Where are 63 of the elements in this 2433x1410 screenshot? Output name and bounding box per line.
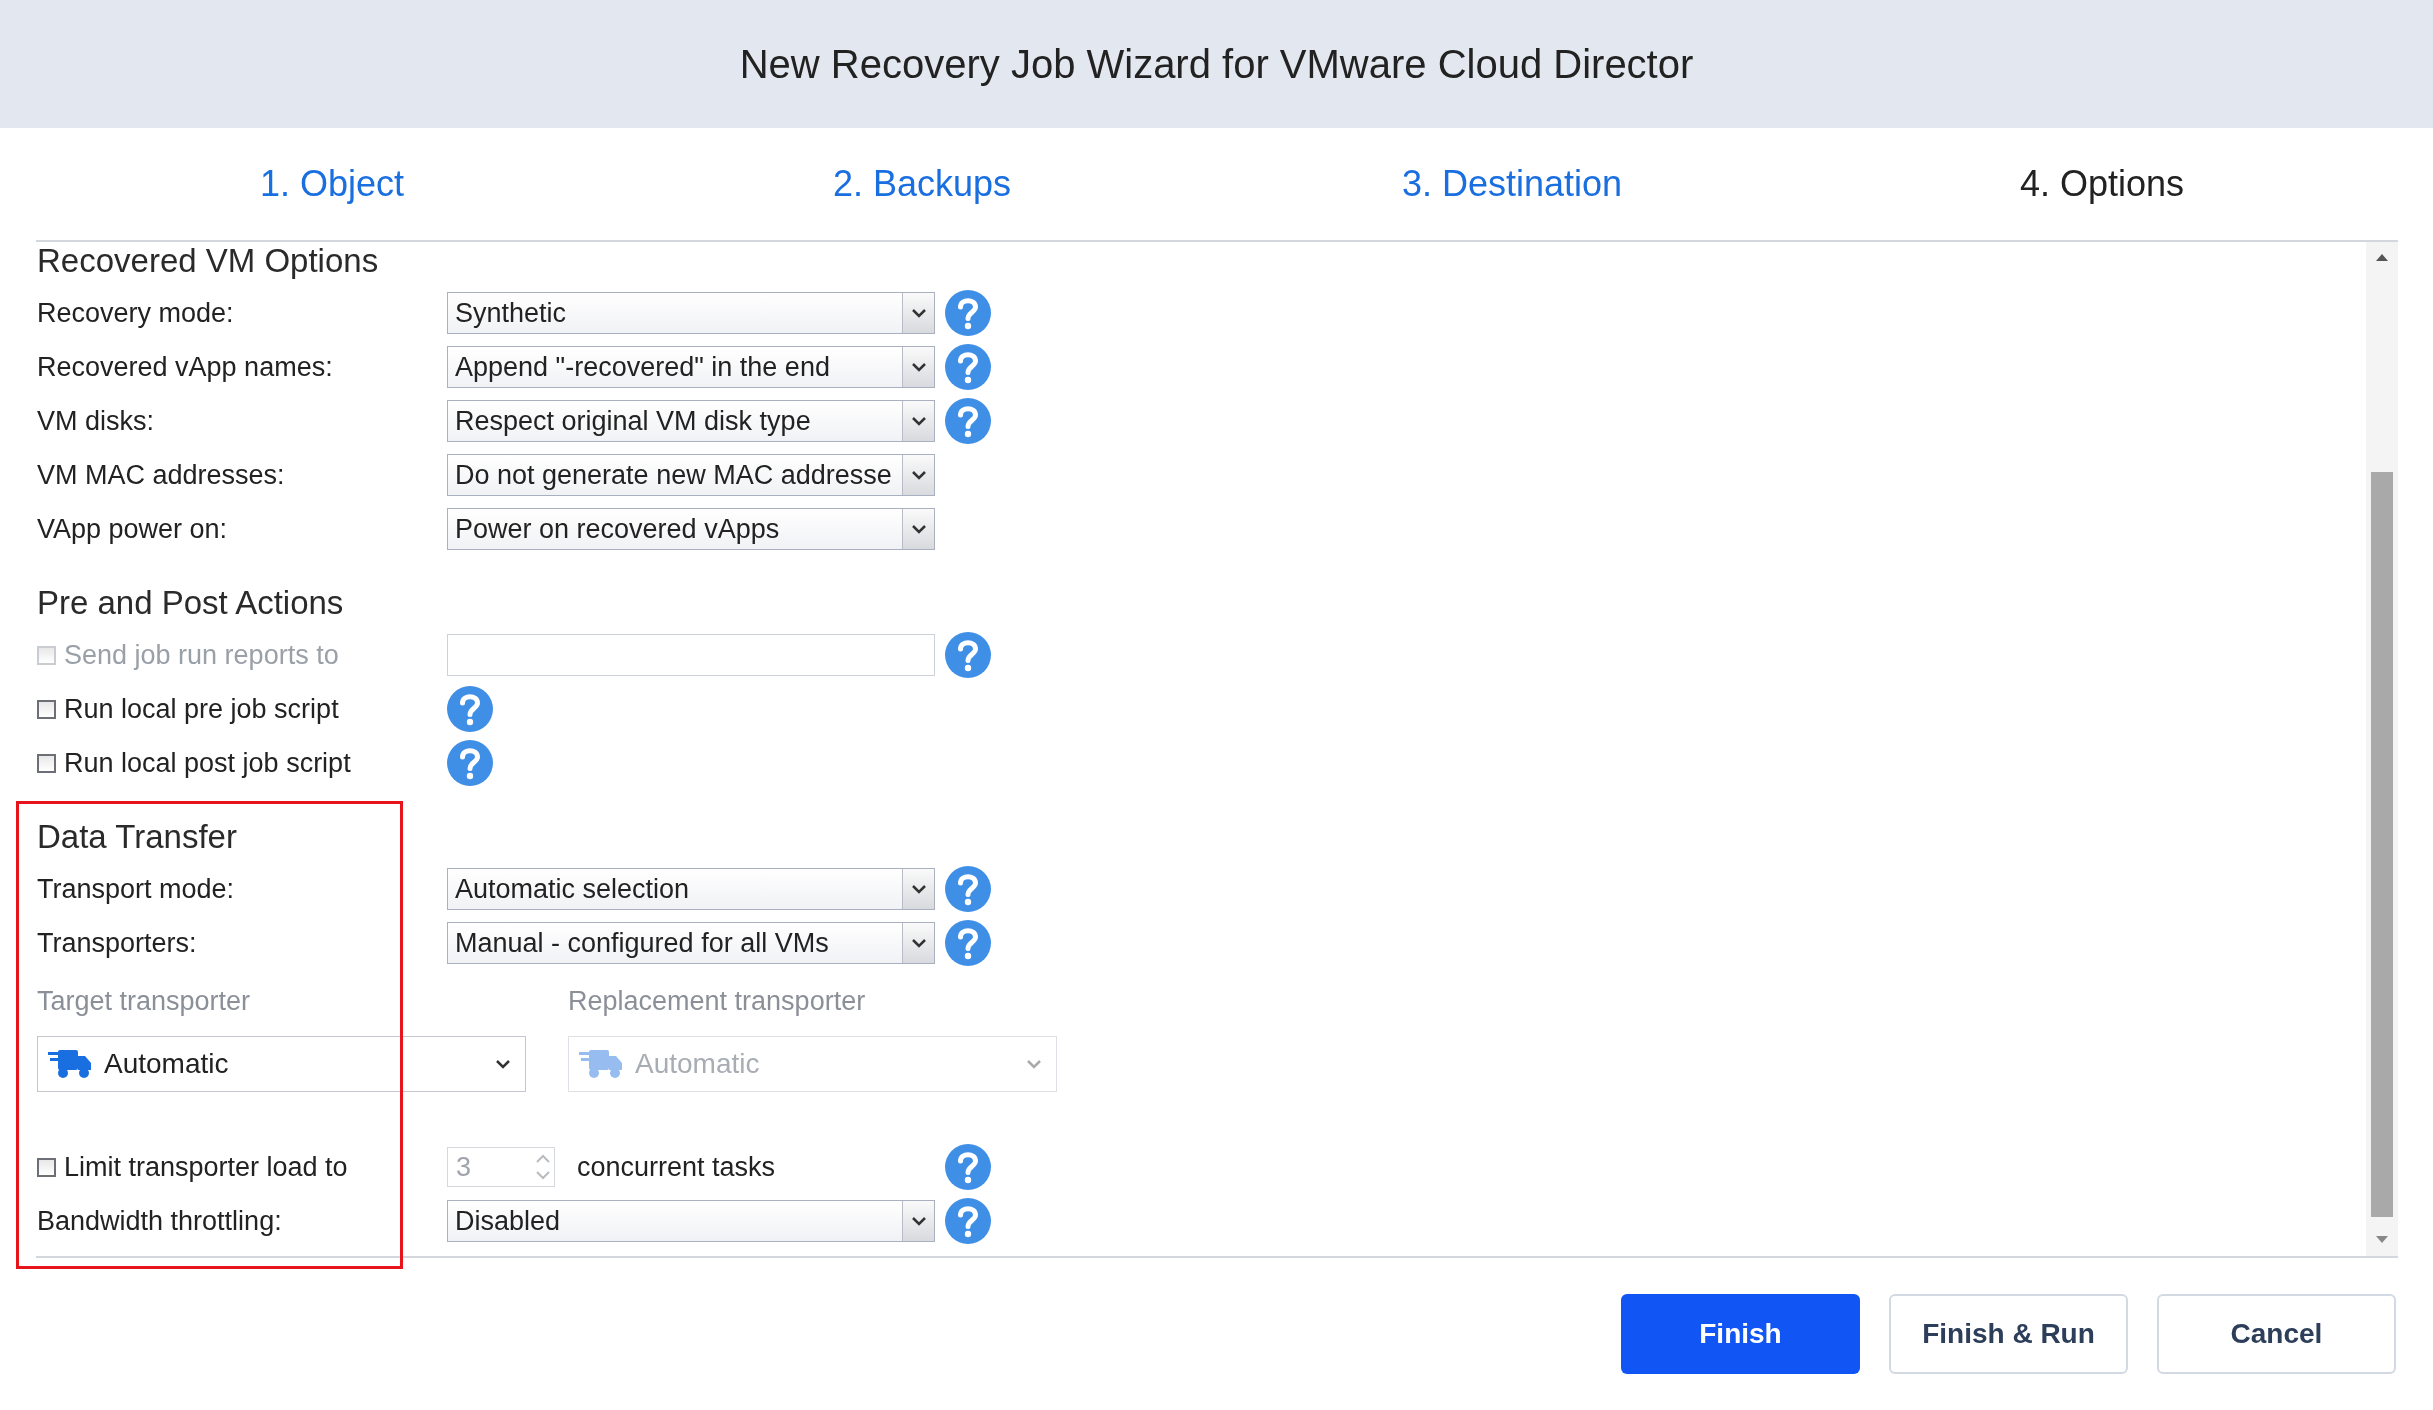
select-field[interactable]: Do not generate new MAC addresse	[447, 454, 935, 496]
wizard-step-tab[interactable]: 4. Options	[2019, 163, 2185, 205]
help-icon[interactable]	[945, 290, 991, 336]
select-field[interactable]: Manual - configured for all VMs	[447, 922, 935, 964]
wizard-step-tab[interactable]: 3. Destination	[1401, 163, 1623, 205]
scrollbar-thumb[interactable]	[2371, 472, 2393, 1217]
chevron-down-icon	[910, 308, 927, 318]
field-label: Bandwidth throttling:	[37, 1205, 283, 1237]
wizard-step-tab[interactable]: 1. Object	[259, 163, 405, 205]
footer-button[interactable]: Finish	[1621, 1294, 1860, 1374]
section-title: Data Transfer	[37, 818, 238, 857]
select-field[interactable]: Power on recovered vApps	[447, 508, 935, 550]
chevron-down-icon	[910, 470, 927, 480]
chevron-down-icon	[910, 884, 927, 894]
select-field[interactable]: Respect original VM disk type	[447, 400, 935, 442]
chevron-down-icon	[495, 1059, 511, 1069]
field-label: VApp power on:	[37, 513, 229, 545]
window-title: New Recovery Job Wizard for VMware Cloud Director	[739, 41, 1694, 87]
footer-button[interactable]: Finish & Run	[1889, 1294, 2128, 1374]
checkbox-label: Run local pre job script	[64, 693, 339, 725]
wizard-step-tab[interactable]: 2. Backups	[832, 163, 1012, 205]
help-icon[interactable]	[945, 1198, 991, 1244]
select-field[interactable]: Synthetic	[447, 292, 935, 334]
transporter-label: Target transporter	[37, 986, 252, 1018]
field-label: VM disks:	[37, 405, 156, 437]
chevron-down-icon	[910, 416, 927, 426]
help-icon[interactable]	[447, 686, 493, 732]
select-field[interactable]: Append "-recovered" in the end	[447, 346, 935, 388]
suffix-label: concurrent tasks	[577, 1151, 776, 1183]
scrollbar[interactable]	[2366, 242, 2398, 1256]
help-icon[interactable]	[447, 740, 493, 786]
chevron-down-icon	[910, 362, 927, 372]
scroll-up-icon[interactable]	[2375, 252, 2389, 262]
transporter-label: Replacement transporter	[568, 986, 867, 1018]
checkbox[interactable]	[37, 699, 56, 719]
section-title: Recovered VM Options	[37, 242, 380, 281]
field-label: Recovered vApp names:	[37, 351, 334, 383]
truck-icon	[48, 1048, 92, 1080]
help-icon[interactable]	[945, 866, 991, 912]
chevron-down-icon	[910, 524, 927, 534]
chevron-down-icon	[910, 938, 927, 948]
help-icon[interactable]	[945, 920, 991, 966]
select-field[interactable]: Automatic selection	[447, 868, 935, 910]
checkbox-label: Run local post job script	[64, 747, 351, 779]
help-icon[interactable]	[945, 1144, 991, 1190]
field-label: Recovery mode:	[37, 297, 235, 329]
checkbox-label: Limit transporter load to	[64, 1151, 348, 1183]
chevron-down-icon	[1026, 1059, 1042, 1069]
field-label: Transporters:	[37, 927, 198, 959]
field-label: VM MAC addresses:	[37, 459, 286, 491]
select-field[interactable]: Disabled	[447, 1200, 935, 1242]
footer-button[interactable]: Cancel	[2157, 1294, 2396, 1374]
scroll-down-icon[interactable]	[2375, 1235, 2389, 1245]
field-label: Transport mode:	[37, 873, 236, 905]
checkbox[interactable]	[37, 1157, 56, 1177]
checkbox[interactable]	[37, 753, 56, 773]
help-icon[interactable]	[945, 398, 991, 444]
section-title: Pre and Post Actions	[37, 584, 345, 623]
truck-icon	[579, 1048, 623, 1080]
transporter-select[interactable]: Automatic	[37, 1036, 526, 1092]
help-icon[interactable]	[945, 344, 991, 390]
chevron-down-icon	[910, 1216, 927, 1226]
checkbox-label: Send job run reports to	[64, 639, 339, 671]
